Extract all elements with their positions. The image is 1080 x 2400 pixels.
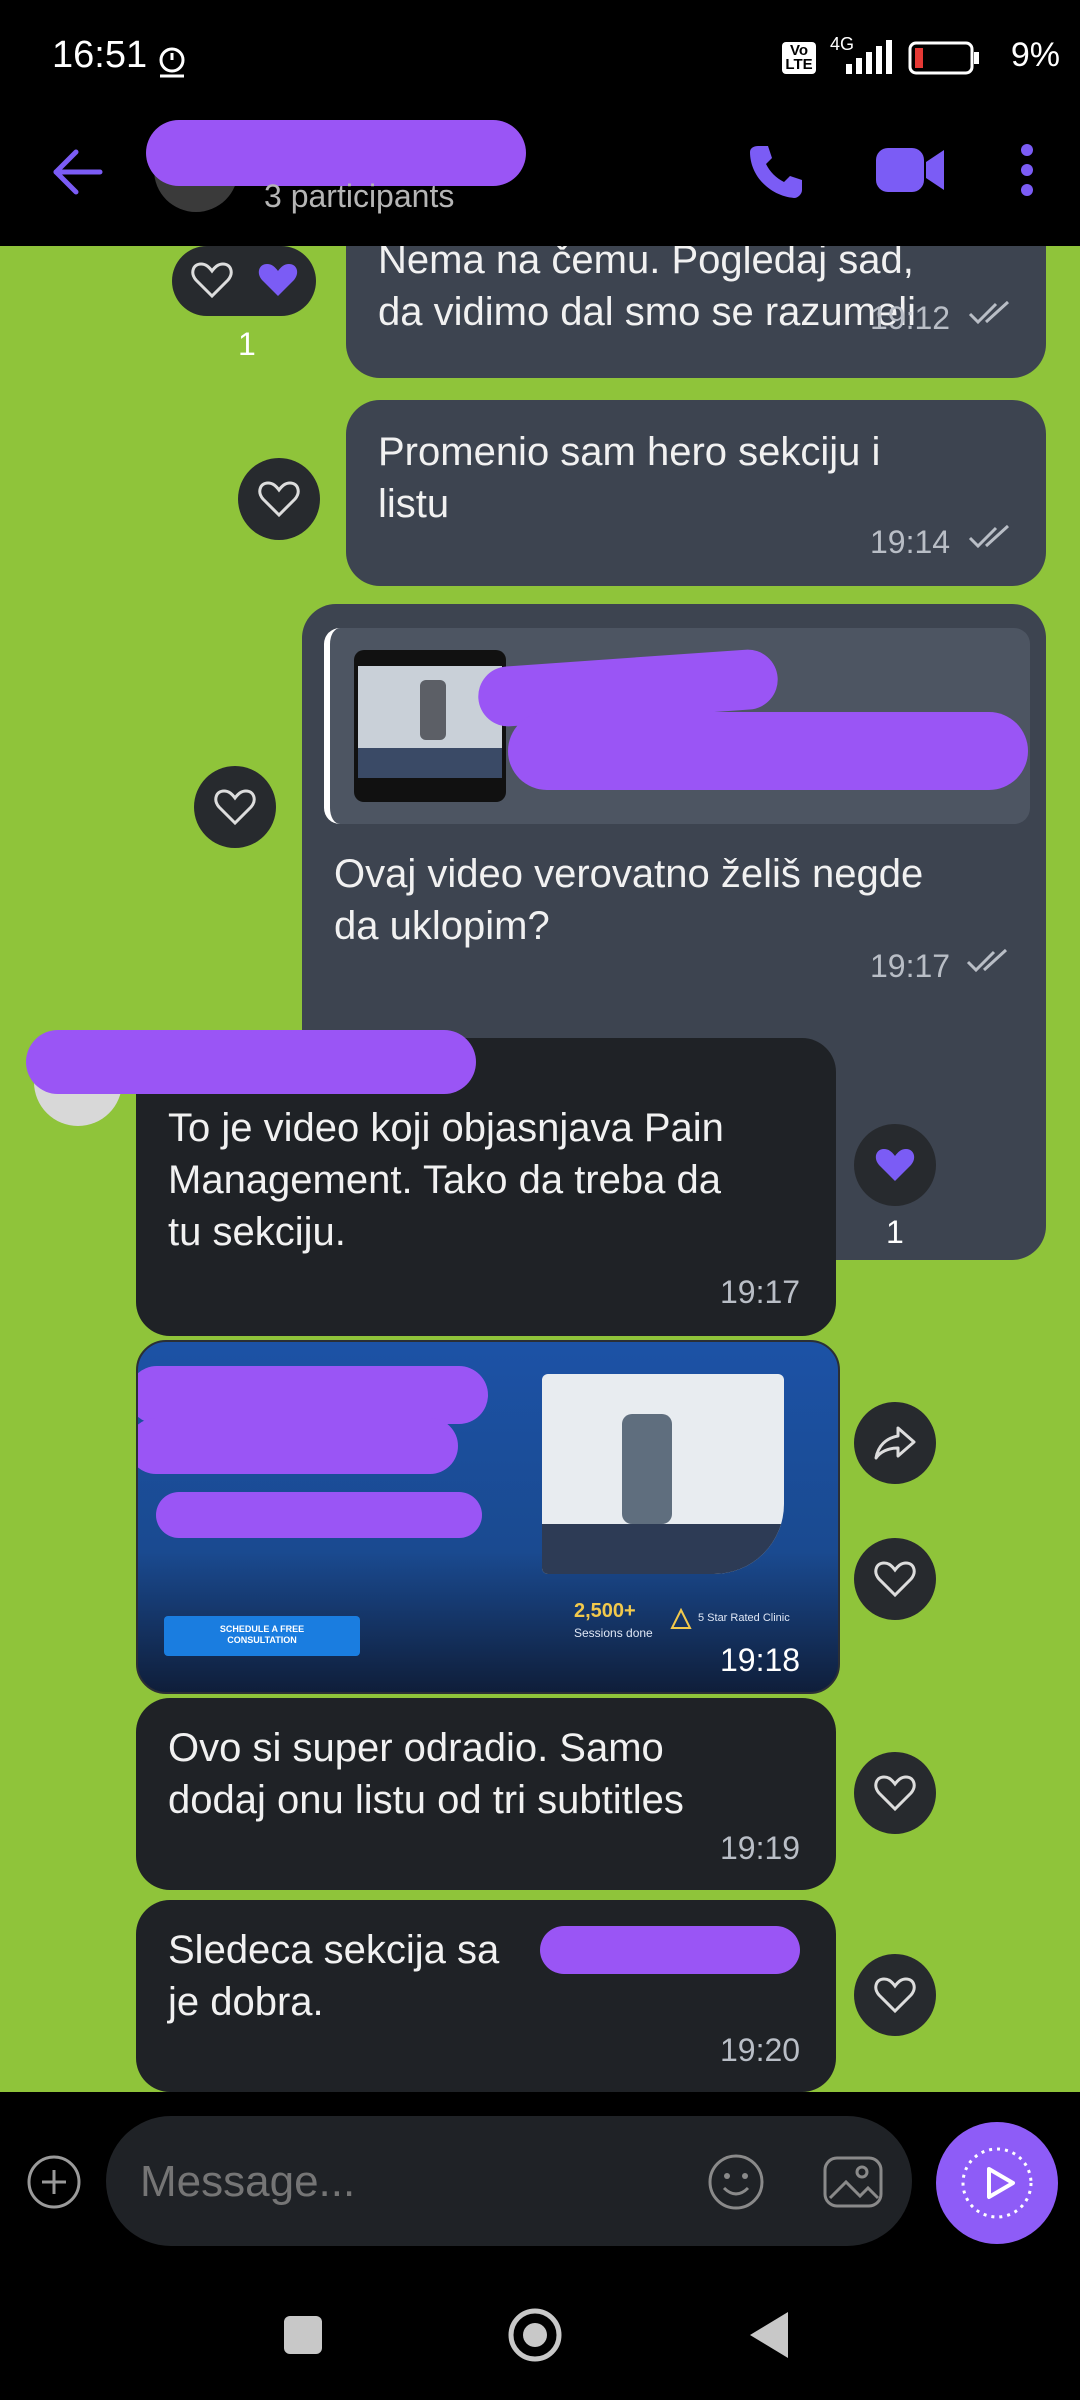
heart-outline-icon [258,481,300,518]
react-button[interactable] [854,1954,936,2036]
message-text: Ovo si super odradio. Samo dodaj onu lis… [168,1726,684,1822]
heart-outline-icon[interactable] [190,260,234,300]
image-stat-value: 2,500+ [574,1600,636,1622]
image-photo [542,1374,784,1574]
message-time: 19:12 [870,300,951,336]
status-time: 16:51 [52,34,148,76]
read-receipt-icon [968,524,1010,549]
emoji-icon[interactable] [706,2152,766,2212]
image-redaction [138,1418,458,1474]
reaction-picker[interactable] [172,246,316,316]
signal-icon [846,40,892,74]
battery-icon [908,41,979,75]
message-bubble-incoming[interactable]: Ovo si super odradio. Samo dodaj onu lis… [136,1698,836,1890]
heart-outline-icon [214,789,256,826]
rating-icon [670,1608,692,1629]
read-receipt-icon [968,300,1010,325]
image-stat-label: Sessions done [574,1626,653,1640]
link-preview-thumbnail [354,650,506,802]
system-nav-bar [0,2272,1080,2400]
back-arrow-icon[interactable] [50,144,106,200]
reaction-count: 1 [886,1214,904,1250]
image-redaction [138,1366,488,1424]
message-time: 19:17 [870,948,951,984]
react-button[interactable] [854,1124,936,1206]
message-time: 19:20 [720,2032,801,2068]
video-camera-icon[interactable] [872,140,948,200]
message-bubble-outgoing[interactable]: Nema na čemu. Pogledaj sad, da vidimo da… [346,246,1046,378]
message-bubble-outgoing[interactable]: Promenio sam hero sekciju i listu 19:14 [346,400,1046,586]
heart-filled-icon [875,1149,915,1181]
message-composer [0,2092,1080,2272]
message-text: Ovaj video verovatno želiš negde da uklo… [334,852,924,948]
video-message-icon [961,2147,1033,2219]
recent-apps-icon[interactable] [284,2316,322,2354]
send-video-button[interactable] [936,2122,1058,2244]
message-text: Promenio sam hero sekciju i listu [378,430,881,526]
message-time: 19:17 [720,1274,801,1310]
battery-level: 9% [1010,36,1060,74]
group-name-redaction [146,120,526,186]
heart-outline-icon [874,1561,916,1598]
more-vertical-icon[interactable] [1012,140,1042,200]
message-text: To je video koji objasnjava Pain Managem… [168,1106,724,1254]
message-text: Sledeca sekcija sa je dobra. [168,1928,500,2024]
image-rating-label: 5 Star Rated Clinic [698,1612,790,1624]
link-preview[interactable] [324,628,1030,824]
image-redaction [156,1492,482,1538]
chat-header: 3 participants [0,120,1080,246]
back-icon[interactable] [748,2310,790,2360]
home-icon[interactable] [506,2306,564,2364]
react-button[interactable] [238,458,320,540]
image-cta-button: SCHEDULE A FREE CONSULTATION [164,1616,360,1656]
gallery-icon[interactable] [822,2152,884,2212]
react-button[interactable] [194,766,276,848]
reaction-count: 1 [238,326,256,362]
message-input[interactable] [138,2146,642,2218]
message-time: 19:14 [870,524,951,560]
read-receipt-icon [966,948,1008,973]
phone-icon[interactable] [744,140,804,200]
alarm-icon [159,47,185,78]
chat-messages-area[interactable]: Nema na čemu. Pogledaj sad, da vidimo da… [0,246,1080,2092]
message-time: 19:18 [720,1642,801,1678]
sender-name-redaction [26,1030,476,1094]
react-button[interactable] [854,1538,936,1620]
volte-badge: Vo LTE [782,42,816,74]
message-text: Nema na čemu. Pogledaj sad, da vidimo da… [378,246,916,334]
forward-button[interactable] [854,1402,936,1484]
message-redaction [540,1926,800,1974]
react-button[interactable] [854,1752,936,1834]
heart-outline-icon [874,1775,916,1812]
status-bar: 16:51 Vo LTE 4G 9% [0,0,1080,120]
forward-arrow-icon [874,1426,916,1460]
heart-outline-icon [874,1977,916,2014]
message-image[interactable]: SCHEDULE A FREE CONSULTATION 2,500+ Sess… [136,1340,840,1694]
participants-count[interactable]: 3 participants [264,178,454,215]
message-bubble-incoming[interactable]: Sledeca sekcija sa je dobra. 19:20 [136,1900,836,2092]
link-url-redaction [508,712,1028,790]
message-input-container[interactable] [106,2116,912,2246]
message-time: 19:19 [720,1830,801,1866]
add-attachment-icon[interactable] [26,2154,82,2210]
heart-filled-icon[interactable] [256,260,300,300]
